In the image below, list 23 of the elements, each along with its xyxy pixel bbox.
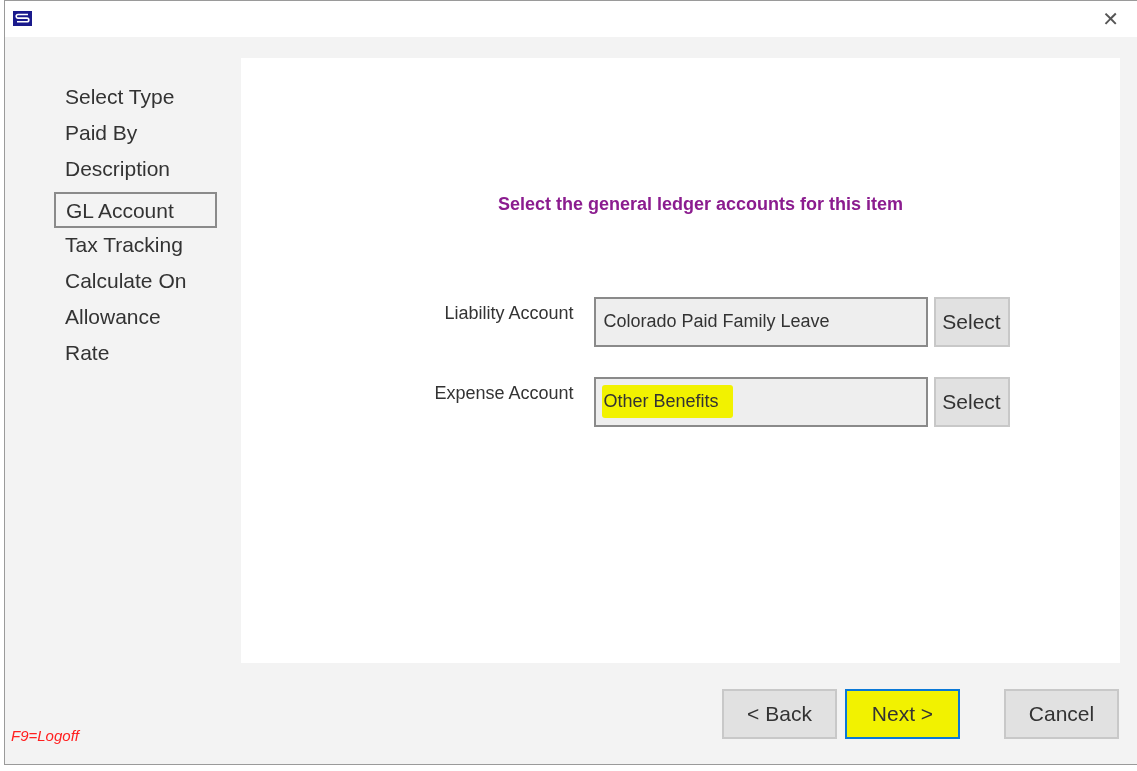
wizard-button[interactable]: < Back (722, 689, 837, 739)
wizard-button[interactable]: Next > (845, 689, 960, 739)
step-item[interactable]: GL Account (54, 191, 217, 228)
hotkey-hint: F9=Logoff (11, 727, 79, 744)
account-value: Other Benefits (601, 385, 733, 419)
step-item[interactable]: Allowance (65, 299, 241, 336)
step-item[interactable]: Calculate On (65, 263, 241, 300)
step-item[interactable]: Select Type (65, 79, 241, 116)
step-item[interactable]: Paid By (65, 115, 241, 152)
wizard-button[interactable]: Cancel (1004, 689, 1119, 739)
field-label: Liability Account (443, 303, 574, 325)
select-button[interactable]: Select (933, 296, 1010, 347)
step-item[interactable]: Rate (65, 335, 241, 372)
select-button[interactable]: Select (933, 376, 1010, 427)
account-field[interactable]: Other Benefits (593, 376, 928, 427)
step-item[interactable]: Description (65, 151, 241, 188)
account-value: Colorado Paid Family Leave (602, 310, 831, 334)
account-field[interactable]: Colorado Paid Family Leave (593, 296, 928, 347)
close-button[interactable]: ✕ (1098, 6, 1123, 31)
app-logo-icon (13, 11, 32, 27)
instruction-heading: Select the general ledger accounts for this item (497, 193, 904, 215)
field-label: Expense Account (433, 383, 574, 405)
step-item[interactable]: Tax Tracking (65, 227, 241, 264)
